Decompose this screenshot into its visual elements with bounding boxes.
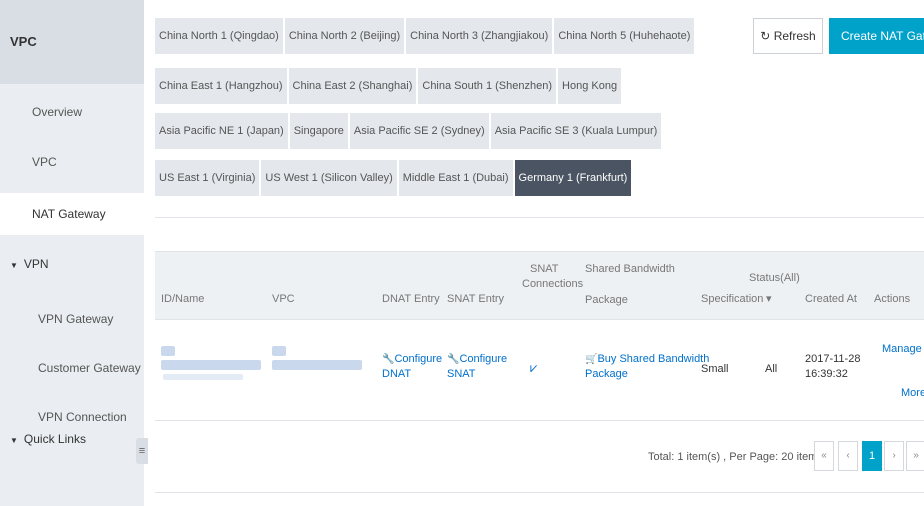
sidebar-collapse-icon[interactable]: ≡ [136,438,148,464]
link-text: Package [585,368,628,380]
region-option[interactable]: US West 1 (Silicon Valley) [261,160,397,196]
link-text: Buy Shared Bandwidth [597,353,710,365]
sidebar-item-vpc[interactable]: VPC [0,141,144,183]
sidebar-group-vpn[interactable]: ▼ VPN [0,249,144,279]
sidebar-group-quick-links[interactable]: ▼ Quick Links [0,424,144,454]
configure-dnat-link[interactable]: 🔧Configure DNAT [382,352,442,382]
header-line: Status(All) [749,272,800,284]
refresh-label: Refresh [773,29,816,43]
prev-page-button[interactable]: ‹ [838,441,858,471]
header-line: Package [585,294,628,306]
region-option[interactable]: China South 1 (Shenzhen) [418,68,557,104]
caret-down-icon: ▼ [10,261,18,270]
refresh-button[interactable]: ↻ Refresh [753,18,823,54]
sidebar-item-customer-gateway[interactable]: Customer Gateway [0,347,144,389]
status-value: All [765,363,778,375]
column-header-id-name: ID/Name [161,293,205,305]
region-option-selected[interactable]: Germany 1 (Frankfurt) [514,160,632,196]
time-text: 16:39:32 [805,368,848,380]
sidebar-item-overview[interactable]: Overview [0,91,144,133]
created-at-value: 2017-11-28 16:39:32 [805,352,860,382]
refresh-icon: ↻ [760,29,771,43]
table-header: ID/Name VPC DNAT Entry SNAT Entry SNAT C… [155,251,924,320]
first-page-button[interactable]: « [814,441,834,471]
region-row: US East 1 (Virginia) US West 1 (Silicon V… [155,160,633,196]
column-header-vpc: VPC [272,293,295,305]
redacted-text [163,374,243,380]
region-option[interactable]: China North 3 (Zhangjiakou) [406,18,553,54]
region-option[interactable]: Asia Pacific SE 3 (Kuala Lumpur) [490,113,662,149]
configure-snat-link[interactable]: 🔧Configure SNAT [447,352,507,382]
column-header-snat-connections: SNAT Connections [522,262,583,292]
region-option[interactable]: China East 2 (Shanghai) [288,68,417,104]
column-header-snat: SNAT Entry [447,293,505,305]
cart-icon: 🛒 [585,354,598,365]
header-line: SNAT [530,263,559,275]
pagination-summary: Total: 1 item(s) , Per Page: 20 item(s) [648,451,831,463]
column-header-shared-bandwidth: Shared Bandwidth Package [585,262,675,308]
link-text: Configure [394,353,443,365]
sidebar-group-label: Quick Links [23,432,86,446]
wrench-icon: 🔧 [382,354,395,365]
link-text: Configure [459,353,508,365]
date-text: 2017-11-28 [805,353,861,365]
header-line: Connections [522,278,584,290]
caret-down-icon: ▼ [10,436,18,445]
redacted-vpc-id [272,346,286,356]
sidebar-item-vpn-gateway[interactable]: VPN Gateway [0,298,144,340]
region-option[interactable]: Asia Pacific SE 2 (Sydney) [349,113,489,149]
wrench-icon: 🔧 [447,354,460,365]
region-option[interactable]: China North 5 (Huhehaote) [554,18,695,54]
column-header-status[interactable]: Status(All) ▾ [749,271,800,307]
redacted-vpc-name [272,360,362,370]
next-page-button[interactable]: › [884,441,904,471]
region-option[interactable]: Singapore [289,113,348,149]
region-option[interactable]: China East 1 (Hangzhou) [155,68,287,104]
table-row: 🔧Configure DNAT 🔧Configure SNAT ⩗ 🛒Buy S… [155,320,924,421]
redacted-name [161,360,261,370]
link-text: SNAT [447,368,476,380]
sidebar-title: VPC [0,0,144,84]
divider [155,217,924,218]
page-1-button[interactable]: 1 [862,441,882,471]
column-header-dnat: DNAT Entry [382,293,440,305]
redacted-id [161,346,175,356]
specification-value: Small [701,363,729,375]
buy-shared-bandwidth-link[interactable]: 🛒Buy Shared Bandwidth Package [585,352,709,382]
sidebar-item-nat-gateway[interactable]: NAT Gateway [0,193,144,235]
region-row: Asia Pacific NE 1 (Japan) Singapore Asia P… [155,113,663,149]
header-line: Shared Bandwidth [585,263,675,275]
region-option[interactable]: Asia Pacific NE 1 (Japan) [155,113,288,149]
link-text: DNAT [382,368,412,380]
region-option[interactable]: Hong Kong [558,68,622,104]
region-option[interactable]: China North 1 (Qingdao) [155,18,283,54]
caret-down-icon: ▾ [766,293,772,305]
column-header-created-at: Created At [805,293,857,305]
column-header-actions: Actions [874,293,911,305]
region-option[interactable]: China North 2 (Beijing) [284,18,405,54]
region-row: China East 1 (Hangzhou) China East 2 (Sha… [155,68,623,104]
snat-connections-chart-icon[interactable]: ⩗ [530,360,537,375]
more-link[interactable]: More [901,386,924,401]
last-page-button[interactable]: » [906,441,924,471]
sidebar-group-label: VPN [23,257,49,271]
region-option[interactable]: Middle East 1 (Dubai) [398,160,513,196]
region-row: China North 1 (Qingdao) China North 2 (Be… [155,18,696,54]
create-nat-gateway-button[interactable]: Create NAT Gateway [829,18,924,54]
divider [155,492,924,493]
manage-link[interactable]: Manage [882,342,922,357]
region-option[interactable]: US East 1 (Virginia) [155,160,260,196]
sidebar: VPC Overview VPC NAT Gateway ▼ VPN VPN Ga… [0,0,144,506]
